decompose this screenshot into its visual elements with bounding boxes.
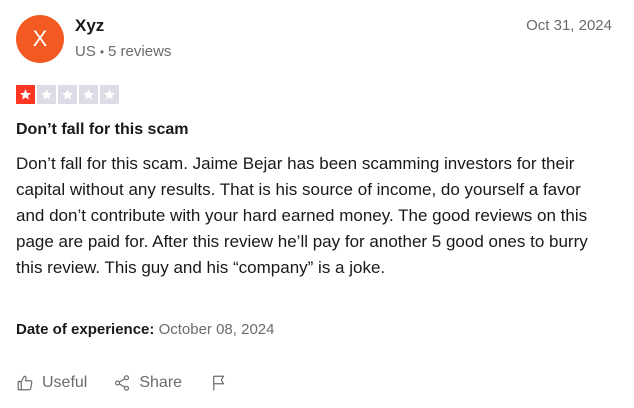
reviewer-meta: US • 5 reviews <box>75 43 171 60</box>
review-body: Don’t fall for this scam. Jaime Bejar ha… <box>16 154 588 277</box>
useful-button[interactable]: Useful <box>16 374 87 392</box>
star-empty-icon <box>100 85 119 104</box>
avatar[interactable]: X <box>16 15 64 63</box>
review-title: Don’t fall for this scam <box>16 121 189 138</box>
star-filled-icon <box>16 85 35 104</box>
flag-icon <box>213 375 225 391</box>
star-empty-icon <box>79 85 98 104</box>
review-date: Oct 31, 2024 <box>526 17 612 34</box>
star-rating <box>16 85 119 104</box>
star-empty-icon <box>58 85 77 104</box>
thumbs-up-icon <box>17 375 33 391</box>
reviewer-review-count: 5 reviews <box>108 43 172 60</box>
useful-label: Useful <box>42 374 88 391</box>
star-empty-icon <box>37 85 56 104</box>
experience-date: October 08, 2024 <box>158 321 275 338</box>
share-icon <box>115 375 130 391</box>
date-of-experience: Date of experience: October 08, 2024 <box>16 321 274 338</box>
avatar-initial: X <box>32 26 48 51</box>
review-actions: Useful Share <box>16 374 228 392</box>
share-label: Share <box>139 374 183 391</box>
experience-label: Date of experience: <box>16 321 155 338</box>
report-button[interactable] <box>210 374 228 392</box>
meta-separator: • <box>99 44 105 59</box>
reviewer-name[interactable]: Xyz <box>75 16 104 36</box>
reviewer-country: US <box>75 43 96 60</box>
review-card: X Xyz US • 5 reviews Oct 31, 2024 Don’t … <box>0 0 634 408</box>
share-button[interactable]: Share <box>113 374 182 392</box>
